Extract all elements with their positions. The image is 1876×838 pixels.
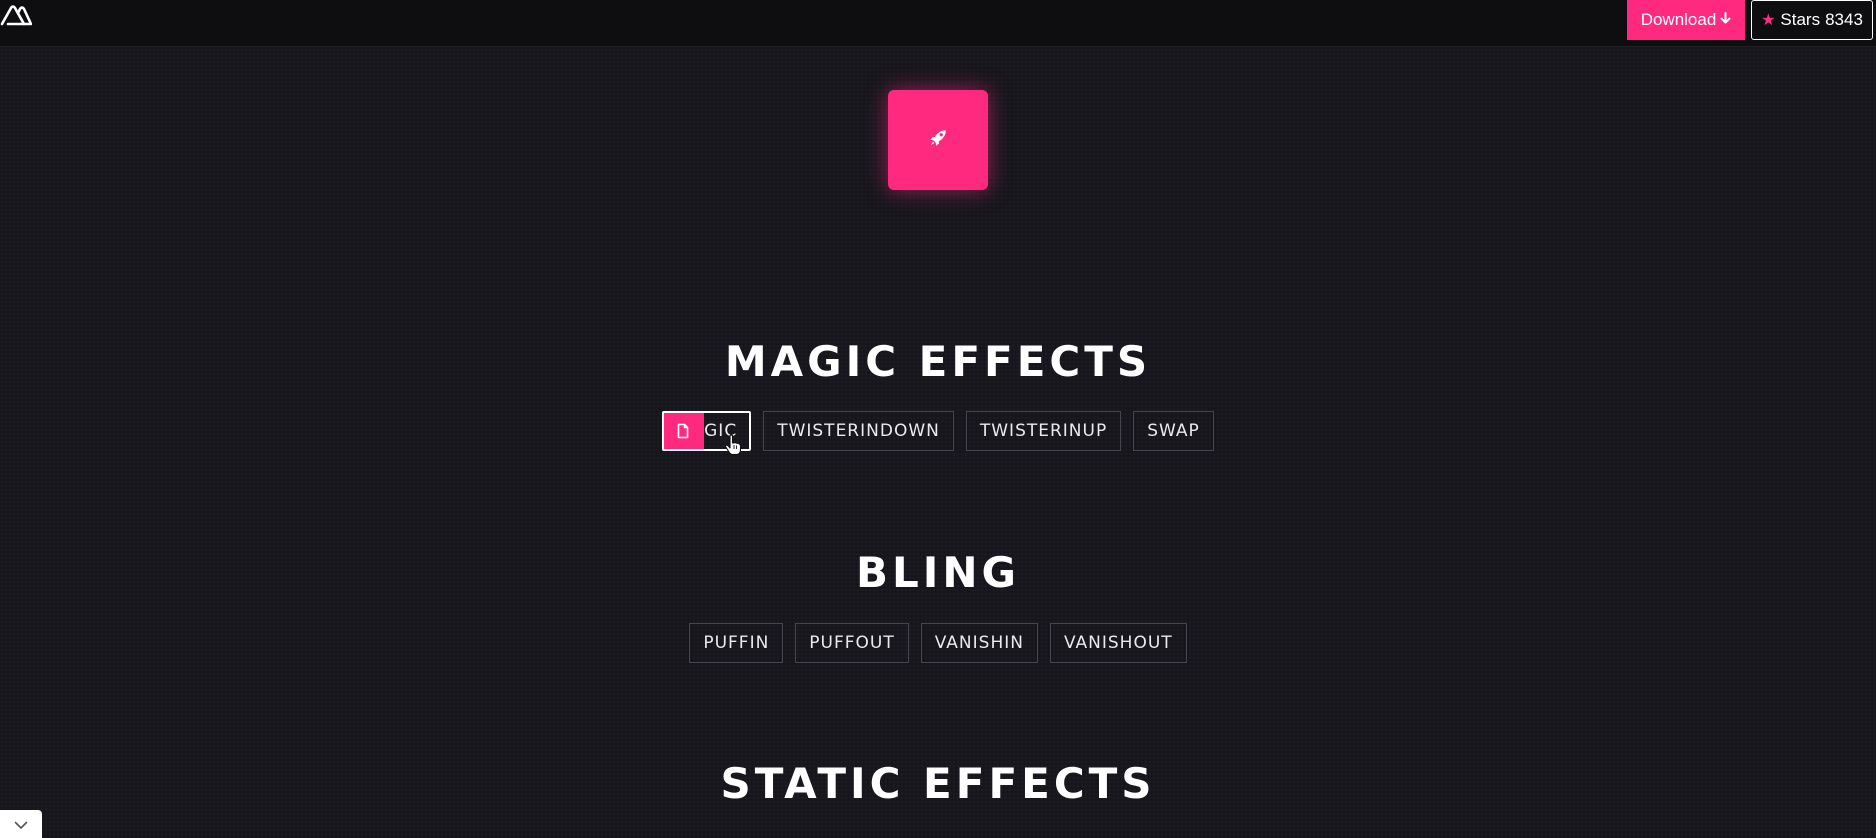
download-button[interactable]: Download [1627,0,1745,40]
effect-button-vanishout[interactable]: VANISHOUT [1049,623,1187,663]
section-title-magic-effects: MAGIC EFFECTS [724,337,1152,386]
top-bar: Download ★ Stars 8343 [0,0,1876,46]
corner-toggle-button[interactable] [0,810,42,838]
effect-button-puffin[interactable]: PUFFIN [689,623,784,663]
chevron-down-icon [14,815,28,834]
bling-button-row: PUFFIN PUFFOUT VANISHIN VANISHOUT [0,623,1876,663]
effect-button-twisterinup[interactable]: TWISTERINUP [965,411,1122,451]
magic-effects-button-row: AGIC TWISTERINDOWN TWISTERINUP SWAP [0,411,1876,451]
section-title-static-effects: STATIC EFFECTS [720,759,1156,808]
file-icon [664,413,705,449]
effect-button-magic[interactable]: AGIC [662,411,752,451]
star-icon: ★ [1761,12,1776,29]
effect-button-swap[interactable]: SWAP [1133,411,1214,451]
hero-rocket-tile [888,90,988,190]
arrow-down-icon [1720,11,1731,29]
github-stars-button[interactable]: ★ Stars 8343 [1751,0,1873,40]
effect-button-vanishin[interactable]: VANISHIN [920,623,1038,663]
logo-icon[interactable] [0,3,33,27]
effect-button-puffout[interactable]: PUFFOUT [795,623,909,663]
stars-label: Stars [1780,10,1821,29]
rocket-icon [927,127,949,153]
download-button-label: Download [1640,10,1717,29]
stars-count: 8343 [1825,10,1863,29]
section-title-bling: BLING [855,548,1021,597]
effect-button-twisterindown[interactable]: TWISTERINDOWN [763,411,954,451]
